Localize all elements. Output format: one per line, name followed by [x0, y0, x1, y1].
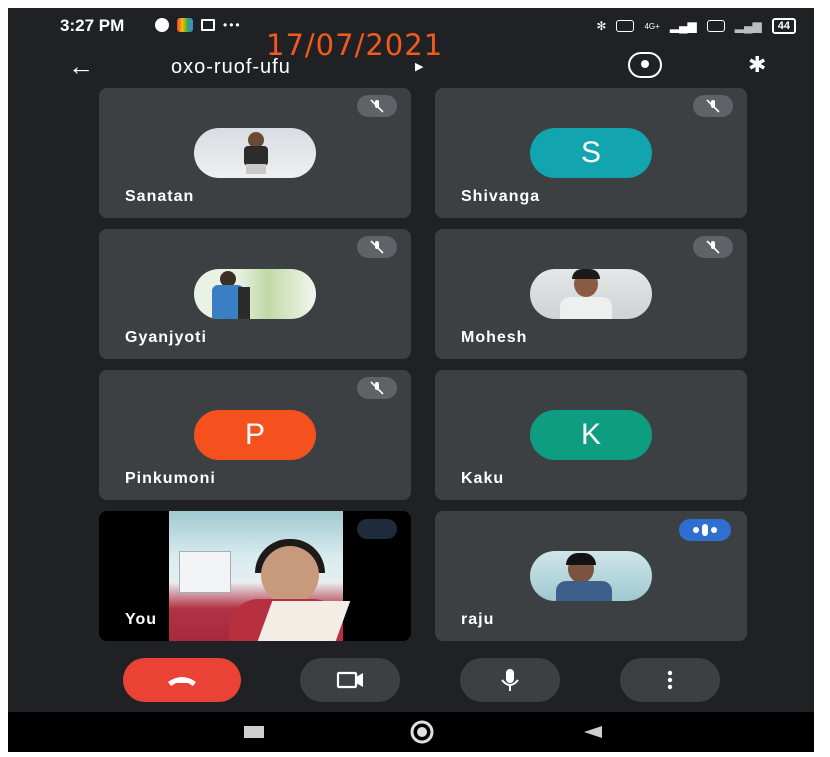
status-right: ✻ 4G+ ▂▄▆ ▂▄▆ 44 [596, 18, 796, 34]
video-notification-icon [201, 19, 215, 31]
self-scarf [257, 601, 351, 641]
avatar-letter: P [244, 418, 265, 451]
back-arrow-icon[interactable]: ← [68, 51, 94, 82]
participant-avatar [530, 551, 652, 601]
participant-name: Shivanga [461, 188, 541, 205]
participant-name: Sanatan [125, 188, 195, 205]
signal-icon: ▂▄▆ [669, 19, 697, 33]
self-mic-indicator [357, 519, 397, 539]
participant-name: You [125, 611, 158, 628]
muted-mic-icon [357, 95, 397, 117]
home-icon [410, 720, 434, 744]
muted-mic-icon [357, 236, 397, 258]
bluetooth-audio-icon[interactable]: ✱ [748, 52, 766, 78]
avatar-letter: S [580, 136, 601, 169]
participant-tile[interactable]: Mohesh [435, 229, 747, 359]
microphone-button[interactable] [460, 658, 560, 702]
bluetooth-status-icon: ✻ [596, 19, 607, 33]
meeting-code[interactable]: oxo-ruof-ufu [171, 56, 291, 79]
phone-screen: 3:27 PM ••• ✻ 4G+ ▂▄▆ ▂▄▆ 44 17/07/2021 … [8, 8, 814, 752]
system-navigation-bar [8, 712, 814, 752]
participant-name: Kaku [461, 470, 505, 487]
speaking-indicator-icon [679, 519, 731, 541]
participant-avatar [530, 269, 652, 319]
more-options-icon [667, 670, 673, 690]
switch-camera-icon[interactable] [628, 52, 662, 78]
recents-icon [244, 726, 264, 738]
participant-tile[interactable]: K Kaku [435, 370, 747, 500]
participant-tile[interactable]: raju [435, 511, 747, 641]
notification-icons: ••• [155, 18, 242, 32]
self-camera-feed [169, 511, 351, 641]
participant-photo [194, 269, 316, 319]
microphone-icon [501, 669, 519, 691]
participant-name: Pinkumoni [125, 470, 216, 487]
participant-tile[interactable]: Gyanjyoti [99, 229, 411, 359]
participant-name: Mohesh [461, 329, 528, 346]
avatar-letter: K [580, 418, 601, 451]
camera-toggle-button[interactable] [300, 658, 400, 702]
participant-photo [530, 551, 652, 601]
self-video-tile[interactable]: You [99, 511, 411, 641]
home-button[interactable] [392, 718, 452, 746]
call-controls [8, 658, 814, 708]
more-options-button[interactable] [620, 658, 720, 702]
participant-avatar: K [530, 410, 652, 460]
participant-tile[interactable]: S Shivanga [435, 88, 747, 218]
more-notifications-icon: ••• [223, 18, 242, 32]
signal-icon-2: ▂▄▆ [734, 19, 762, 33]
participant-photo [194, 128, 316, 178]
participant-photo [530, 269, 652, 319]
participant-avatar: S [530, 128, 652, 178]
participant-avatar: P [194, 410, 316, 460]
photos-icon [177, 18, 193, 32]
participant-avatar [194, 269, 316, 319]
participant-avatar [194, 128, 316, 178]
participant-name: raju [461, 611, 495, 628]
whiteboard [179, 551, 231, 593]
recents-button[interactable] [224, 718, 284, 746]
volte-icon-2 [706, 20, 725, 32]
meeting-header: ← oxo-ruof-ufu ▶ ✱ [8, 46, 814, 86]
end-call-button[interactable] [123, 658, 241, 702]
muted-mic-icon [357, 377, 397, 399]
muted-mic-icon [693, 236, 733, 258]
network-type: 4G+ [644, 21, 660, 31]
self-face [261, 546, 319, 604]
participant-tile[interactable]: P Pinkumoni [99, 370, 411, 500]
back-button[interactable] [562, 718, 622, 746]
muted-mic-icon [693, 95, 733, 117]
end-call-icon [168, 677, 196, 686]
back-triangle-icon [584, 726, 602, 738]
video-camera-icon [336, 671, 363, 689]
participant-tile[interactable]: Sanatan [99, 88, 411, 218]
battery-indicator: 44 [771, 18, 796, 34]
participant-name: Gyanjyoti [125, 329, 207, 346]
expand-arrow-icon[interactable]: ▶ [415, 60, 423, 73]
jio-icon [155, 18, 169, 32]
volte-icon [616, 20, 635, 32]
status-time: 3:27 PM [60, 16, 125, 35]
